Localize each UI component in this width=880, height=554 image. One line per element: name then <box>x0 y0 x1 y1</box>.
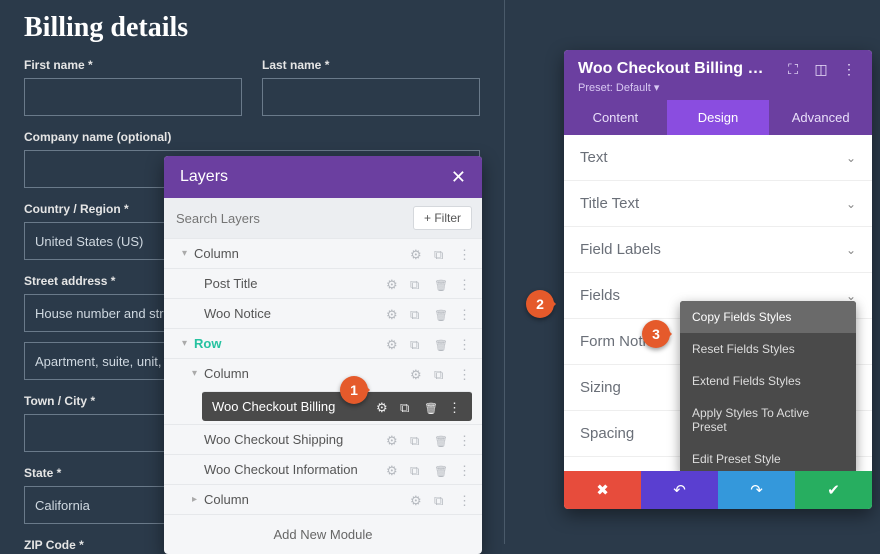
trash-icon[interactable] <box>434 277 448 291</box>
fields-context-menu: Copy Fields Styles Reset Fields Styles E… <box>680 301 856 471</box>
acc-field-labels[interactable]: Field Labels ⌄ <box>564 227 872 273</box>
callout-2: 2 <box>526 290 554 318</box>
gear-icon[interactable] <box>386 463 400 477</box>
copy-icon[interactable] <box>434 367 448 381</box>
copy-icon[interactable] <box>410 277 424 291</box>
close-icon[interactable]: ✕ <box>451 168 466 186</box>
label-first-name: First name * <box>24 58 242 72</box>
layer-woo-notice[interactable]: Woo Notice <box>164 298 482 328</box>
layer-row[interactable]: ▾ Row <box>164 328 482 358</box>
more-icon[interactable] <box>458 277 472 291</box>
layer-column[interactable]: ▾ Column <box>164 358 482 388</box>
gear-icon[interactable] <box>410 493 424 507</box>
copy-icon[interactable] <box>410 463 424 477</box>
trash-icon[interactable] <box>434 433 448 447</box>
chevron-right-icon: ▸ <box>192 494 204 505</box>
copy-icon[interactable] <box>400 400 414 414</box>
gear-icon[interactable] <box>410 247 424 261</box>
copy-icon[interactable] <box>410 433 424 447</box>
more-icon[interactable] <box>458 337 472 351</box>
gear-icon[interactable] <box>386 337 400 351</box>
callout-3: 3 <box>642 320 670 348</box>
menu-copy-fields-styles[interactable]: Copy Fields Styles <box>680 301 856 333</box>
menu-reset-fields-styles[interactable]: Reset Fields Styles <box>680 333 856 365</box>
tab-content[interactable]: Content <box>564 100 667 135</box>
layer-column[interactable]: ▾ Column <box>164 238 482 268</box>
layers-header: Layers ✕ <box>164 156 482 198</box>
callout-1: 1 <box>340 376 368 404</box>
copy-icon[interactable] <box>434 247 448 261</box>
trash-icon[interactable] <box>434 337 448 351</box>
layers-title: Layers <box>180 168 228 186</box>
tab-design[interactable]: Design <box>667 100 770 135</box>
more-icon[interactable] <box>458 493 472 507</box>
trash-icon[interactable] <box>424 400 438 414</box>
menu-apply-to-preset[interactable]: Apply Styles To Active Preset <box>680 397 856 443</box>
expand-icon[interactable]: ⛶ <box>784 60 802 78</box>
copy-icon[interactable] <box>410 337 424 351</box>
settings-title: Woo Checkout Billing Setti... <box>578 60 774 78</box>
copy-icon[interactable] <box>410 307 424 321</box>
add-module-button[interactable]: Add New Module <box>164 514 482 554</box>
input-last-name[interactable] <box>262 78 480 116</box>
more-icon[interactable] <box>458 247 472 261</box>
gear-icon[interactable] <box>386 277 400 291</box>
gear-icon[interactable] <box>386 433 400 447</box>
menu-edit-preset-style[interactable]: Edit Preset Style <box>680 443 856 471</box>
layer-column[interactable]: ▸ Column <box>164 484 482 514</box>
layer-post-title[interactable]: Post Title <box>164 268 482 298</box>
preset-selector[interactable]: Preset: Default ▾ <box>578 81 858 94</box>
design-accordion: Text ⌄ Title Text ⌄ Field Labels ⌄ Field… <box>564 135 872 471</box>
save-button[interactable]: ✔ <box>795 471 872 509</box>
menu-extend-fields-styles[interactable]: Extend Fields Styles <box>680 365 856 397</box>
chevron-down-icon: ▾ <box>182 338 194 349</box>
chevron-down-icon: ▾ <box>182 248 194 259</box>
trash-icon[interactable] <box>434 463 448 477</box>
more-icon[interactable] <box>458 307 472 321</box>
tab-advanced[interactable]: Advanced <box>769 100 872 135</box>
module-settings-panel: Woo Checkout Billing Setti... ⛶ ◫ ⋮ Pres… <box>564 50 872 509</box>
layers-modal: Layers ✕ + Filter ▾ Column Post Title Wo… <box>164 156 482 554</box>
layer-woo-checkout-shipping[interactable]: Woo Checkout Shipping <box>164 424 482 454</box>
gear-icon[interactable] <box>410 367 424 381</box>
cancel-button[interactable]: ✖ <box>564 471 641 509</box>
label-company: Company name (optional) <box>24 130 480 144</box>
filter-button[interactable]: + Filter <box>413 206 472 230</box>
more-icon[interactable] <box>458 433 472 447</box>
acc-text[interactable]: Text ⌄ <box>564 135 872 181</box>
gear-icon[interactable] <box>376 400 390 414</box>
page-title: Billing details <box>24 12 480 44</box>
undo-button[interactable]: ↶ <box>641 471 718 509</box>
search-input[interactable] <box>174 210 405 227</box>
chevron-down-icon: ▾ <box>192 368 204 379</box>
acc-title-text[interactable]: Title Text ⌄ <box>564 181 872 227</box>
more-icon[interactable] <box>458 463 472 477</box>
redo-button[interactable]: ↷ <box>718 471 795 509</box>
chevron-down-icon: ⌄ <box>846 151 856 165</box>
layer-woo-checkout-billing[interactable]: Woo Checkout Billing <box>202 391 472 421</box>
more-icon[interactable] <box>448 400 462 414</box>
trash-icon[interactable] <box>434 307 448 321</box>
gear-icon[interactable] <box>386 307 400 321</box>
more-icon[interactable]: ⋮ <box>840 60 858 78</box>
chevron-down-icon: ⌄ <box>846 243 856 257</box>
chevron-down-icon: ⌄ <box>846 197 856 211</box>
more-icon[interactable] <box>458 367 472 381</box>
snap-icon[interactable]: ◫ <box>812 60 830 78</box>
layer-woo-checkout-information[interactable]: Woo Checkout Information <box>164 454 482 484</box>
copy-icon[interactable] <box>434 493 448 507</box>
label-last-name: Last name * <box>262 58 480 72</box>
input-first-name[interactable] <box>24 78 242 116</box>
